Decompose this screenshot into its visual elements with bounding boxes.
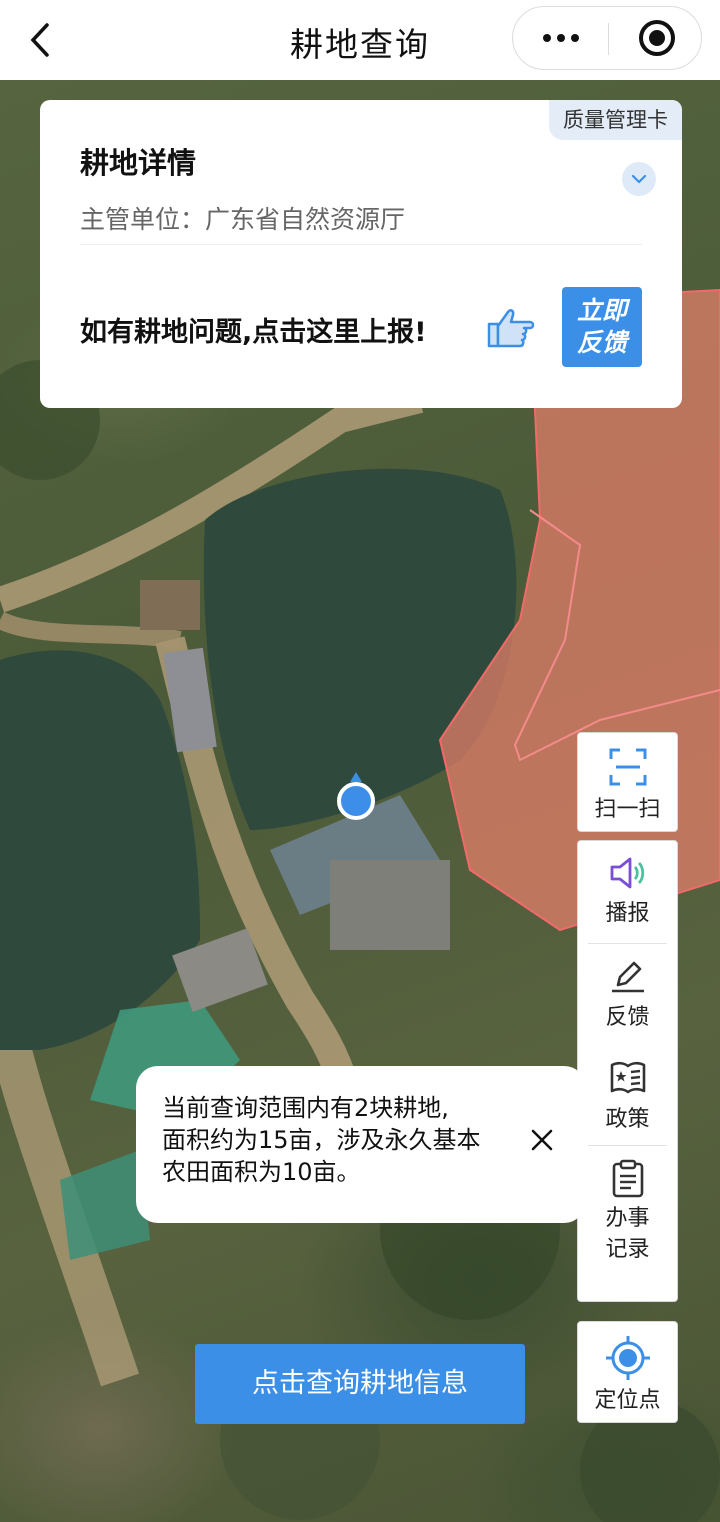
location-marker — [337, 782, 375, 820]
toast-line-1: 当前查询范围内有2块耕地, — [162, 1094, 449, 1122]
records-label-line-1: 办事 — [605, 1206, 650, 1231]
speaker-icon — [610, 857, 644, 889]
card-divider — [80, 244, 642, 245]
feedback-button-line-1: 立即 — [576, 296, 627, 325]
edit-icon — [611, 961, 644, 993]
broadcast-label: 播报 — [605, 901, 650, 926]
instant-feedback-button[interactable]: 立即 反馈 — [562, 287, 642, 367]
locate-label: 定位点 — [594, 1388, 661, 1413]
locate-target-icon — [605, 1336, 650, 1380]
tool-panel: 播报 反馈 政策 办事 记录 — [577, 840, 678, 1302]
navigation-bar: 耕地查询 — [0, 0, 720, 80]
tool-divider — [588, 1145, 667, 1146]
authority-text: 主管单位：广东省自然资源厅 — [80, 205, 406, 234]
toast-line-3: 农田面积为10亩。 — [162, 1158, 361, 1186]
broadcast-button[interactable]: 播报 — [578, 855, 677, 927]
policy-button[interactable]: 政策 — [578, 1057, 677, 1133]
expand-button[interactable] — [622, 162, 656, 196]
more-dots-icon — [542, 34, 551, 42]
more-button[interactable] — [513, 7, 608, 69]
capsule-divider — [608, 23, 609, 55]
policy-label: 政策 — [605, 1107, 650, 1132]
scan-tool[interactable]: 扫一扫 — [577, 732, 678, 832]
query-result-toast: 当前查询范围内有2块耕地, 面积约为15亩，涉及永久基本 农田面积为10亩。 — [136, 1066, 586, 1223]
report-prompt[interactable]: 如有耕地问题,点击这里上报! — [80, 310, 427, 349]
farmland-detail-card: 质量管理卡 耕地详情 主管单位：广东省自然资源厅 如有耕地问题,点击这里上报! … — [40, 100, 682, 408]
tool-divider — [588, 943, 667, 944]
policy-book-icon — [610, 1061, 645, 1094]
thumb-pointer-icon[interactable] — [486, 306, 536, 348]
quality-card-badge[interactable]: 质量管理卡 — [549, 100, 682, 140]
records-button[interactable]: 办事 记录 — [578, 1159, 677, 1265]
mini-program-capsule — [512, 6, 702, 70]
scan-label: 扫一扫 — [594, 797, 661, 822]
scan-icon — [609, 748, 646, 786]
query-farmland-button[interactable]: 点击查询耕地信息 — [195, 1344, 525, 1424]
close-miniprogram-button[interactable] — [639, 20, 675, 56]
close-icon[interactable] — [528, 1126, 556, 1154]
clipboard-icon — [612, 1159, 643, 1198]
feedback-tool-label: 反馈 — [605, 1005, 650, 1030]
card-title: 耕地详情 — [80, 146, 197, 180]
toast-line-2: 面积约为15亩，涉及永久基本 — [162, 1126, 481, 1154]
feedback-button-line-2: 反馈 — [576, 328, 627, 357]
records-label-line-2: 记录 — [605, 1237, 650, 1262]
feedback-tool-button[interactable]: 反馈 — [578, 959, 677, 1031]
chevron-down-icon — [631, 174, 647, 184]
locate-button[interactable]: 定位点 — [577, 1321, 678, 1423]
